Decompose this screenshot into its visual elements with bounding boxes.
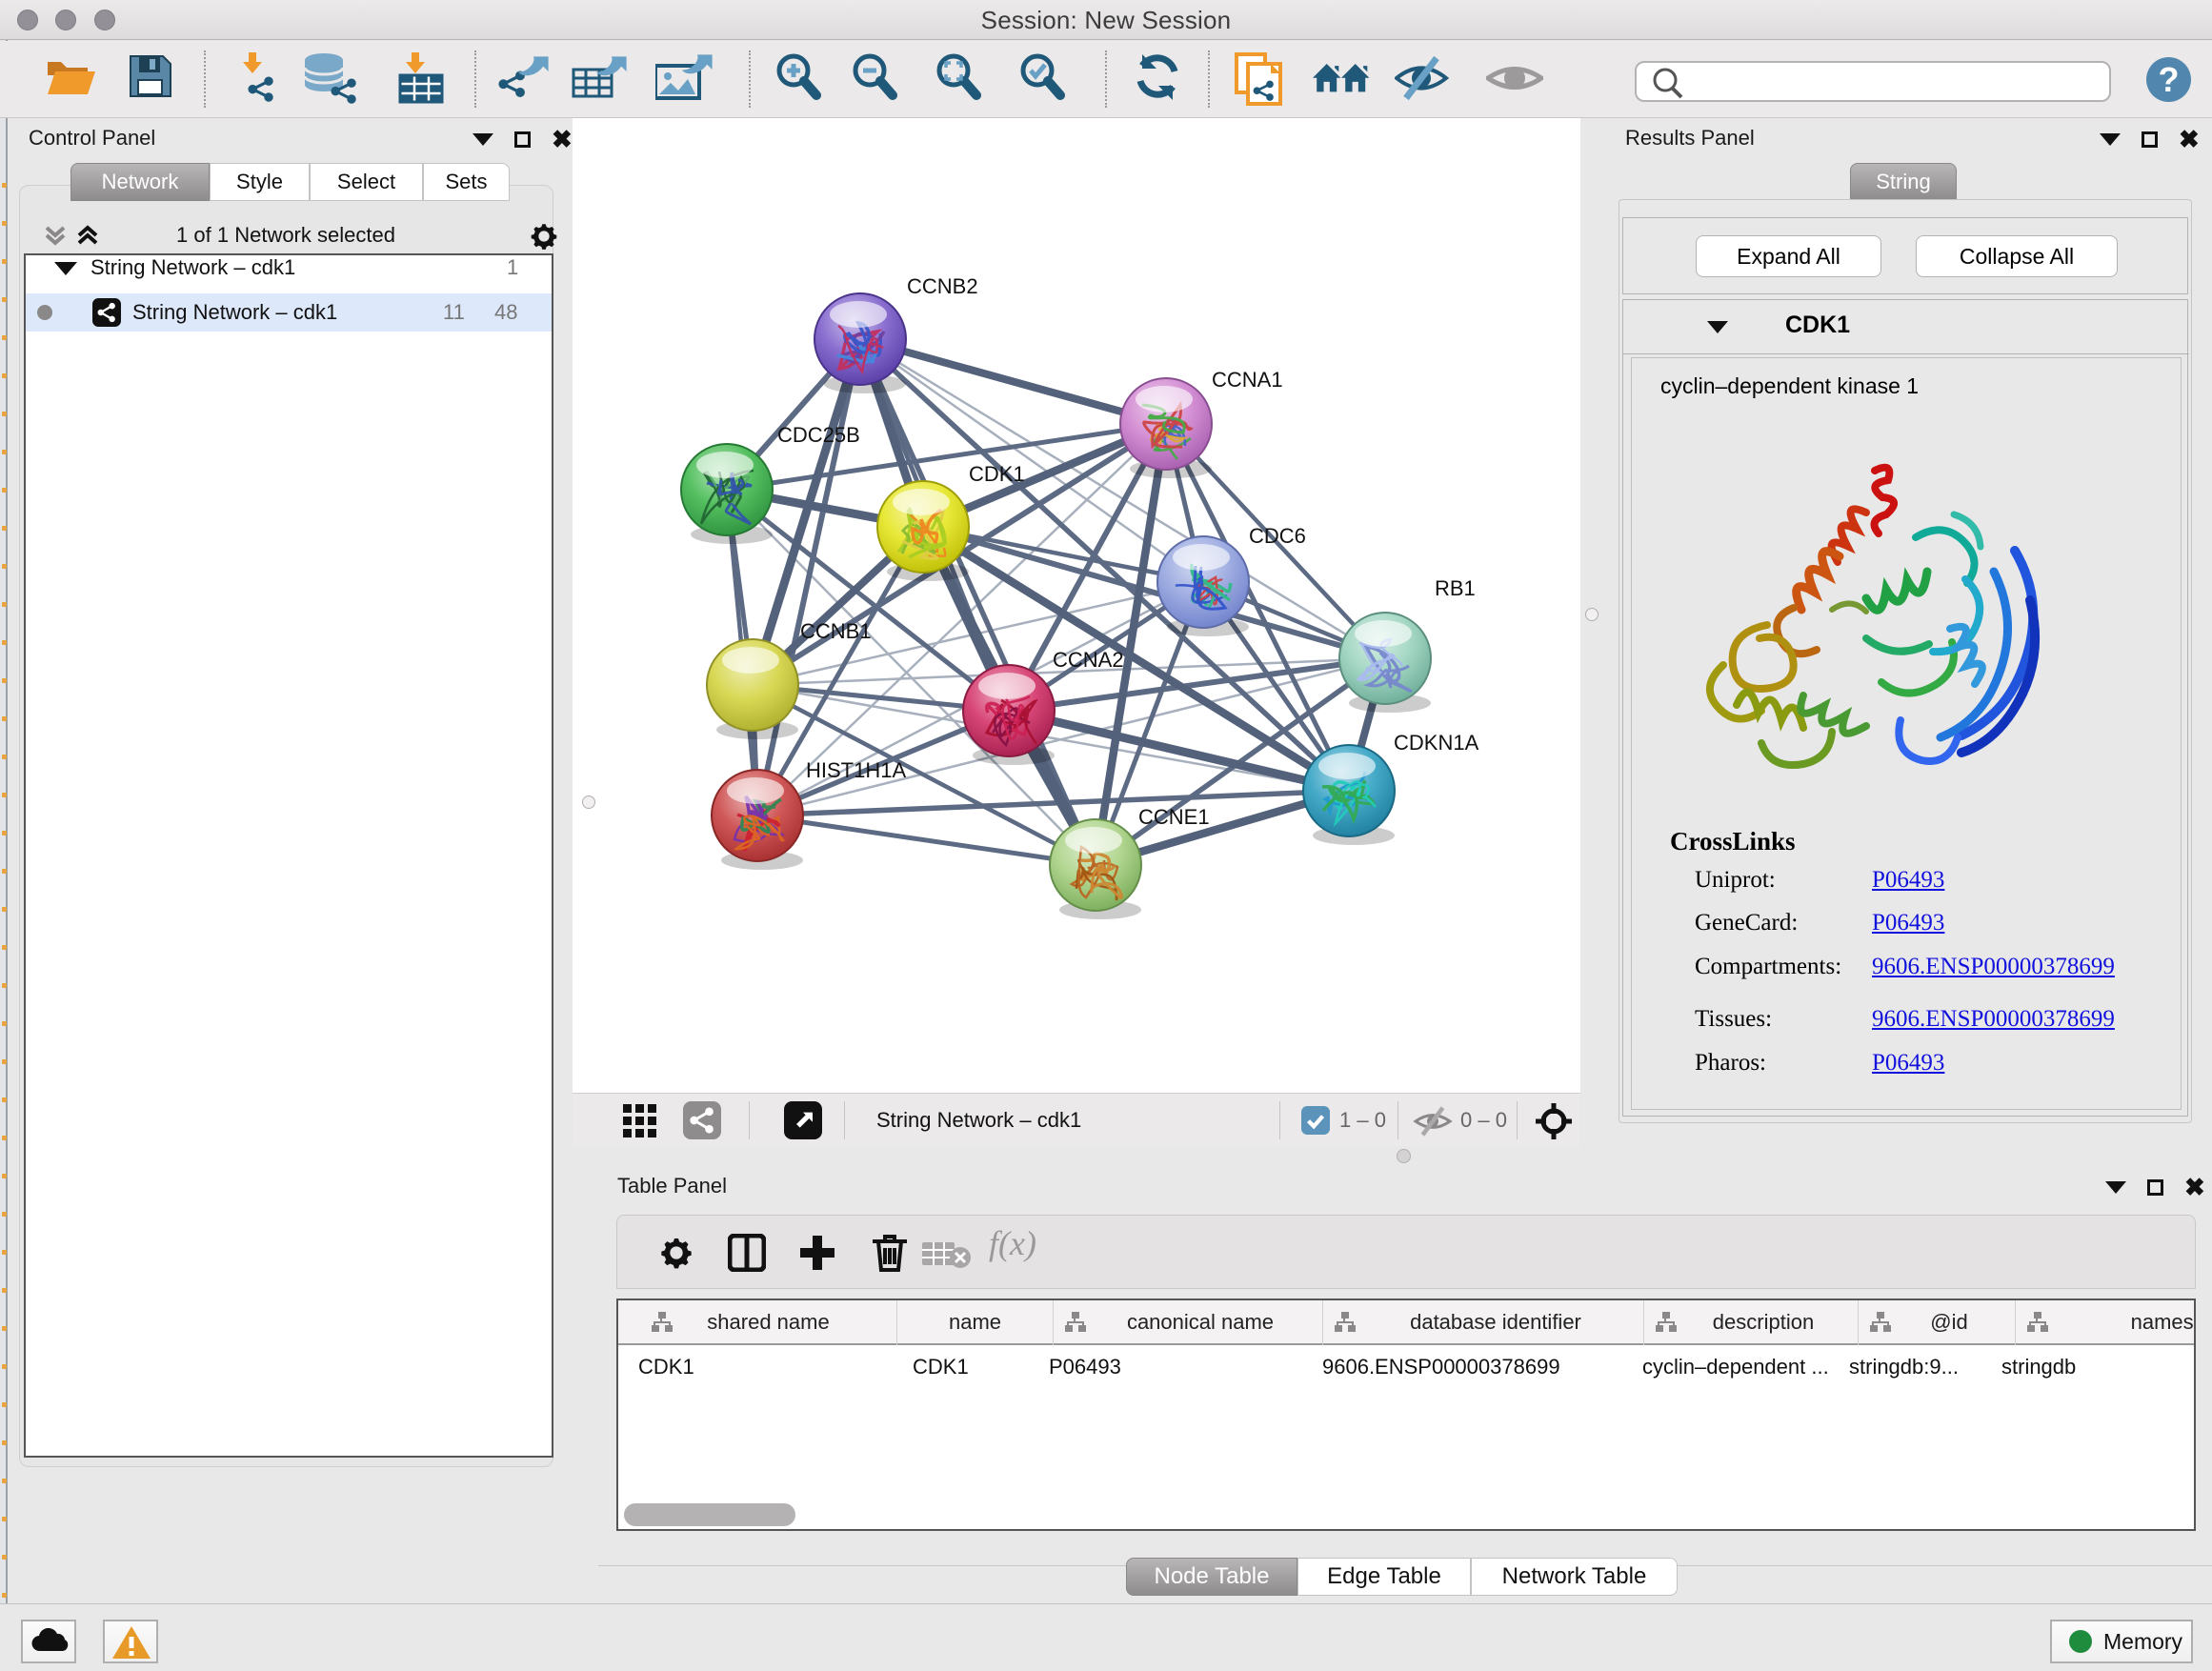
svg-text:HIST1H1A: HIST1H1A [806,758,906,782]
svg-text:CDK1: CDK1 [969,462,1025,486]
svg-text:RB1: RB1 [1435,576,1476,600]
svg-text:CCNE1: CCNE1 [1138,805,1210,829]
svg-text:CDKN1A: CDKN1A [1394,731,1479,755]
svg-text:CDC25B: CDC25B [777,423,860,447]
svg-text:CCNA2: CCNA2 [1053,648,1124,672]
svg-text:CDC6: CDC6 [1249,524,1306,548]
svg-text:CCNA1: CCNA1 [1212,368,1283,392]
svg-text:CCNB1: CCNB1 [800,619,872,643]
svg-text:CCNB2: CCNB2 [907,274,978,298]
